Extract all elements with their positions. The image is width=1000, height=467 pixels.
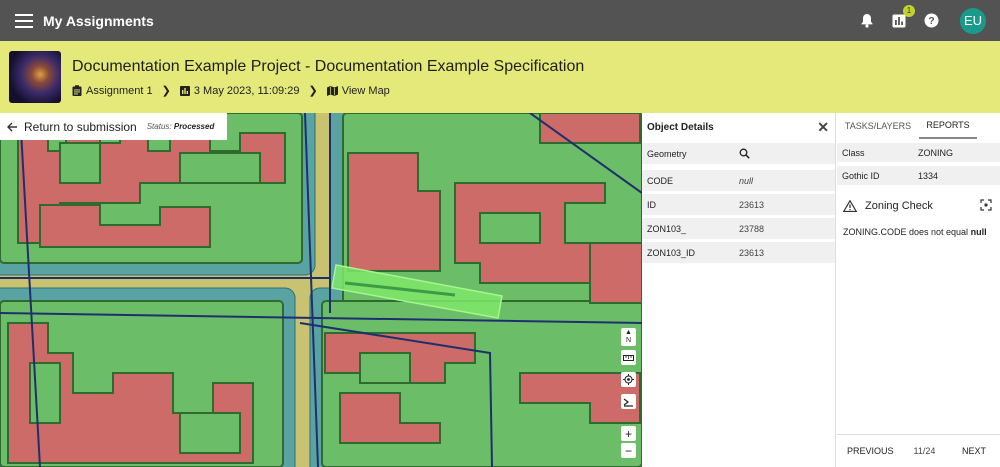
- ruler-button[interactable]: [621, 350, 636, 365]
- geometry-label: Geometry: [647, 148, 687, 159]
- object-details-title: Object Details: [647, 121, 714, 133]
- zoom-in-button[interactable]: +: [621, 426, 636, 441]
- check-message: ZONING.CODE does not equal null: [837, 227, 1000, 237]
- help-icon[interactable]: ?: [922, 12, 940, 30]
- breadcrumb-view-map[interactable]: View Map: [326, 84, 390, 97]
- breadcrumb-submission[interactable]: 3 May 2023, 11:09:29: [179, 84, 300, 97]
- attribute-value: 23613: [739, 199, 765, 210]
- check-title: Zoning Check: [865, 200, 933, 212]
- page-indicator: 11/24: [913, 446, 936, 456]
- zoom-out-button[interactable]: −: [621, 443, 636, 458]
- return-label: Return to submission: [24, 119, 137, 134]
- project-thumbnail: [9, 51, 61, 103]
- attribute-row: ZON103_ 23788: [642, 218, 835, 239]
- attribute-row: ZON103_ID 23613: [642, 242, 835, 263]
- attribute-row: ID 23613: [642, 194, 835, 215]
- tab-tasks-layers[interactable]: TASKS/LAYERS: [837, 113, 919, 139]
- crosshair-icon: [623, 374, 634, 385]
- next-button[interactable]: NEXT: [962, 446, 986, 456]
- arrow-left-icon: [7, 122, 17, 131]
- geometry-row: Geometry: [642, 143, 835, 164]
- previous-button[interactable]: PREVIOUS: [847, 446, 894, 456]
- locate-button[interactable]: [621, 372, 636, 387]
- project-title: Documentation Example Project - Document…: [72, 58, 585, 75]
- breadcrumb-assignment[interactable]: Assignment 1: [72, 85, 153, 97]
- map-icon: [326, 85, 338, 96]
- focus-icon[interactable]: [980, 199, 992, 211]
- check-message-value: null: [970, 227, 987, 237]
- menu-icon[interactable]: [15, 13, 33, 28]
- object-details-panel: Object Details ✕ Geometry CODE null ID 2…: [642, 113, 836, 467]
- attribute-key: ZON103_: [647, 223, 687, 234]
- map-view[interactable]: [0, 113, 642, 467]
- property-key: Class: [842, 147, 865, 158]
- svg-text:?: ?: [928, 16, 934, 27]
- reports-panel: TASKS/LAYERS REPORTS Class ZONING Gothic…: [837, 113, 1000, 467]
- map-canvas[interactable]: [0, 113, 642, 467]
- property-value: 1334: [918, 170, 939, 181]
- measure-icon: [623, 398, 633, 407]
- close-icon[interactable]: ✕: [817, 119, 829, 136]
- attribute-key: ZON103_ID: [647, 247, 696, 258]
- property-key: Gothic ID: [842, 170, 880, 181]
- chevron-right-icon: ❯: [308, 85, 318, 97]
- status-prefix: Status:: [146, 122, 172, 131]
- status-text: Status: Processed: [147, 122, 215, 131]
- attribute-key: CODE: [647, 175, 674, 186]
- user-avatar[interactable]: EU: [960, 7, 986, 34]
- property-value: ZONING: [918, 147, 953, 158]
- ruler-icon: [623, 354, 634, 361]
- breadcrumb: Assignment 1 ❯ 3 May 2023, 11:09:29 ❯ Vi…: [72, 84, 390, 97]
- reports-icon[interactable]: 1: [890, 4, 915, 30]
- breadcrumb-label: View Map: [341, 84, 390, 97]
- property-row: Gothic ID 1334: [837, 166, 1000, 185]
- project-header: Documentation Example Project - Document…: [0, 41, 1000, 113]
- attribute-key: ID: [647, 199, 656, 210]
- compass-north-button[interactable]: ▲ N: [621, 328, 636, 346]
- attribute-value: 23613: [739, 247, 765, 258]
- warning-icon: [843, 200, 857, 212]
- measure-button[interactable]: [621, 394, 636, 409]
- pagination: PREVIOUS 11/24 NEXT: [837, 434, 1000, 467]
- attribute-value: null: [739, 175, 754, 186]
- chart-icon: [179, 85, 190, 96]
- status-value: Processed: [173, 122, 215, 131]
- top-app-bar: My Assignments 1 ? EU: [0, 0, 1000, 41]
- notification-badge: 1: [903, 4, 915, 17]
- app-title: My Assignments: [43, 12, 154, 29]
- object-details-header: Object Details ✕: [642, 113, 835, 141]
- bell-icon[interactable]: [858, 12, 876, 30]
- attribute-value: 23788: [739, 223, 765, 234]
- clipboard-icon: [72, 85, 82, 96]
- north-label: N: [625, 337, 632, 344]
- check-header: Zoning Check: [837, 195, 1000, 217]
- panel-tabs: TASKS/LAYERS REPORTS: [837, 113, 1000, 139]
- chevron-right-icon: ❯: [161, 85, 171, 97]
- return-to-submission-button[interactable]: Return to submission Status: Processed: [0, 113, 227, 140]
- breadcrumb-label: 3 May 2023, 11:09:29: [193, 84, 300, 97]
- tab-reports[interactable]: REPORTS: [919, 113, 977, 139]
- breadcrumb-label: Assignment 1: [86, 84, 153, 97]
- attribute-row: CODE null: [642, 170, 835, 191]
- search-icon[interactable]: [739, 148, 750, 159]
- property-row: Class ZONING: [837, 143, 1000, 162]
- compass-arrow-icon: ▲: [625, 329, 632, 336]
- check-message-text: ZONING.CODE does not equal: [843, 227, 969, 237]
